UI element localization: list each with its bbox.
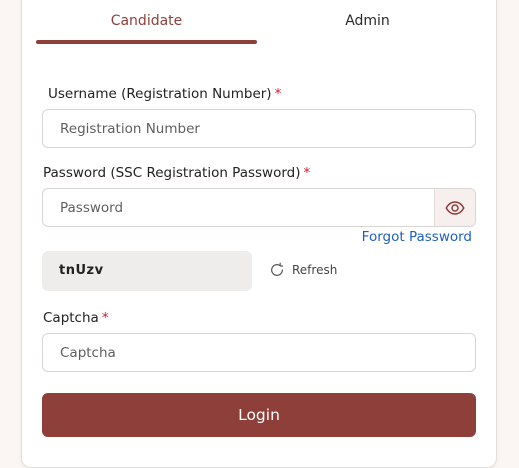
tab-admin[interactable]: Admin (257, 0, 478, 43)
show-password-toggle[interactable] (434, 189, 475, 226)
refresh-captcha-button[interactable]: Refresh (269, 262, 337, 278)
forgot-password-link[interactable]: Forgot Password (362, 229, 472, 245)
active-tab-indicator (36, 40, 257, 44)
captcha-label-text: Captcha (43, 310, 99, 326)
required-mark: * (274, 86, 282, 102)
username-label: Username (Registration Number) * (48, 86, 281, 102)
username-field (42, 109, 476, 148)
password-label-text: Password (SSC Registration Password) (43, 165, 301, 181)
captcha-field (42, 333, 476, 372)
required-mark: * (303, 165, 311, 181)
username-label-text: Username (Registration Number) (48, 86, 272, 102)
refresh-label: Refresh (292, 263, 338, 277)
refresh-icon (271, 262, 284, 276)
captcha-image: tnUzv (42, 251, 252, 291)
eye-icon (445, 200, 465, 215)
password-field (42, 188, 476, 227)
login-button[interactable]: Login (42, 393, 476, 437)
login-card: Candidate Admin Username (Registration N… (21, 0, 497, 468)
captcha-label: Captcha * (43, 310, 109, 326)
username-input[interactable] (43, 110, 475, 147)
tab-candidate[interactable]: Candidate (36, 0, 257, 43)
tab-admin-label: Admin (345, 13, 390, 29)
password-label: Password (SSC Registration Password) * (43, 165, 310, 181)
password-input[interactable] (43, 189, 435, 226)
captcha-input[interactable] (43, 334, 475, 371)
tab-candidate-label: Candidate (110, 13, 183, 29)
required-mark: * (101, 310, 109, 326)
captcha-code: tnUzv (59, 263, 104, 278)
